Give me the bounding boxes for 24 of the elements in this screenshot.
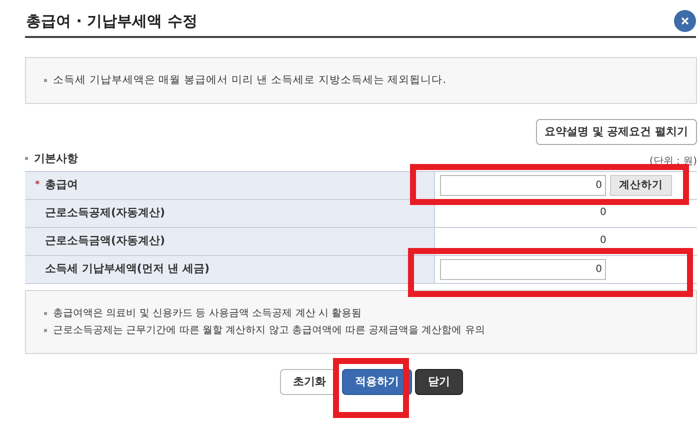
close-button[interactable] [674,10,696,32]
calculate-button[interactable]: 계산하기 [610,175,672,196]
required-mark: * [35,178,40,192]
notice-text: 소득세 기납부세액은 매월 봉급에서 미리 낸 소득세로 지방소득세는 제외됩니다. [53,72,446,88]
amount-field[interactable]: 0 [440,175,606,196]
row-label: 총급여 [45,177,78,194]
row-label: 근로소득금액(자동계산) [45,233,166,250]
bullet-icon [44,329,47,332]
amount-value: 0 [600,235,606,247]
close-dialog-button[interactable]: 닫기 [415,369,463,395]
row-label: 소득세 기납부세액(먼저 낸 세금) [45,261,210,278]
apply-button[interactable]: 적용하기 [342,369,412,395]
bullet-icon [44,312,47,315]
dialog-title: 총급여 · 기납부세액 수정 [26,10,198,32]
expand-button[interactable]: 요약설명 및 공제요건 펼치기 [536,119,697,145]
amount-field[interactable]: 0 [440,259,606,280]
note-text: 근로소득공제는 근무기간에 따른 월할 계산하지 않고 총급여액에 따른 공제금액을 계산함에 유의 [53,324,485,338]
close-icon [681,17,689,25]
row-label: 근로소득공제(자동계산) [45,205,166,222]
note-text: 총급여액은 의료비 및 신용카드 등 사용금액 소득공제 계산 시 활용됨 [53,307,362,321]
section-title: 기본사항 [34,150,78,166]
bullet-icon [44,79,47,82]
amount-value: 0 [600,207,606,219]
bullet-icon [25,157,28,160]
